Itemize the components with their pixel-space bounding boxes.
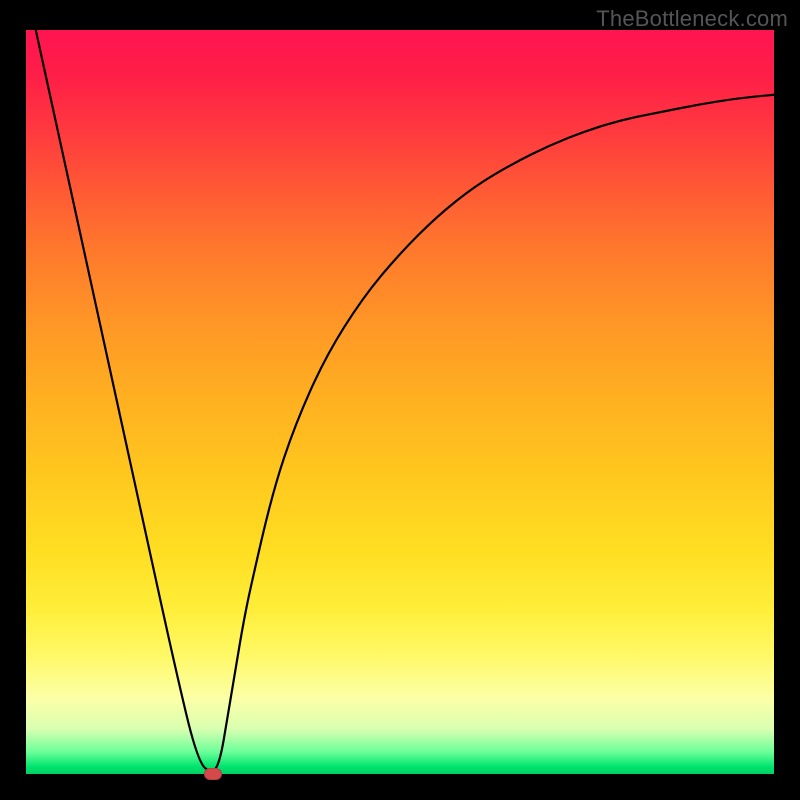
bottleneck-curve [26,30,774,771]
chart-container: TheBottleneck.com [0,0,800,800]
min-marker [204,768,222,780]
curve-svg [26,30,774,774]
plot-area [26,30,774,774]
watermark-text: TheBottleneck.com [596,6,788,32]
